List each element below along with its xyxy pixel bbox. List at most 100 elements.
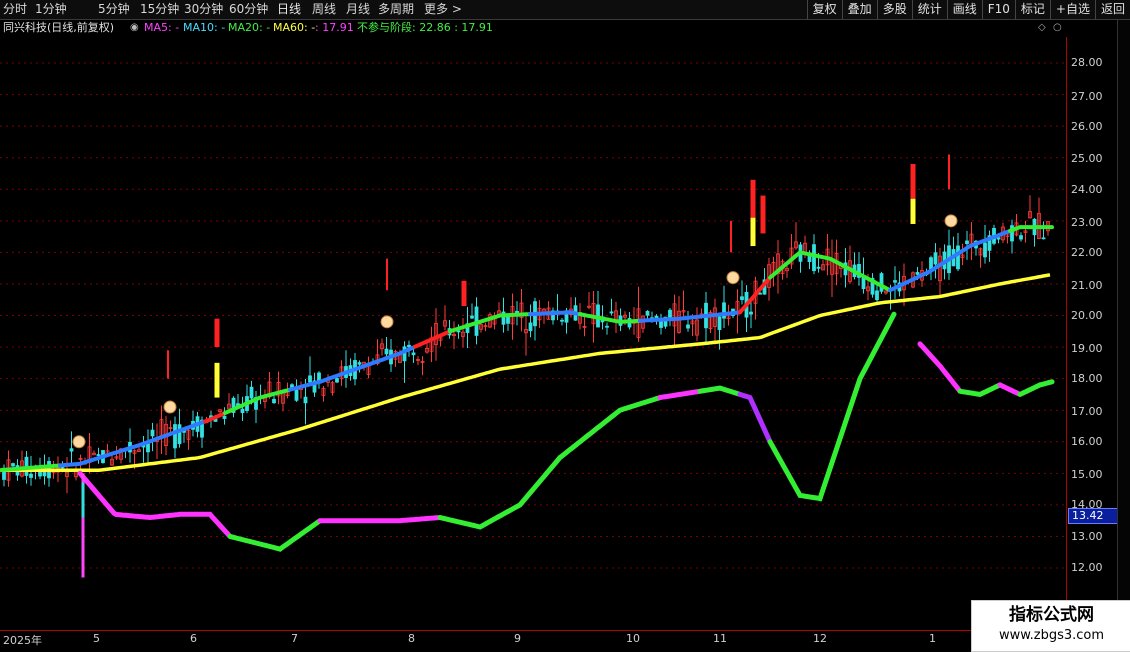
y-tick-label: 21.00 bbox=[1071, 279, 1103, 292]
settings-icon[interactable]: ◉ bbox=[130, 20, 139, 36]
y-tick-label: 23.00 bbox=[1071, 216, 1103, 229]
tab-15min[interactable]: 15分钟 bbox=[140, 1, 179, 18]
indicator-line bbox=[767, 311, 897, 502]
signal-candle bbox=[750, 179, 756, 218]
signal-hand-icon bbox=[726, 271, 740, 285]
indicator-line bbox=[657, 388, 703, 401]
y-tick-label: 26.00 bbox=[1071, 120, 1103, 133]
date-axis: 2025年 5 6 7 8 9 10 11 12 1 bbox=[0, 630, 1066, 651]
x-tick-label: 9 bbox=[514, 632, 521, 645]
circle-icon[interactable]: ○ bbox=[1053, 20, 1062, 36]
x-tick-label: 1 bbox=[929, 632, 936, 645]
tab-more[interactable]: 更多 > bbox=[424, 1, 462, 18]
candle-body bbox=[816, 266, 821, 269]
candle-body bbox=[240, 408, 245, 414]
y-tick-label: 25.00 bbox=[1071, 152, 1103, 165]
ma5-label: MA5: - bbox=[144, 21, 180, 34]
indicator-line bbox=[917, 341, 963, 394]
tab-multi-period[interactable]: 多周期 bbox=[378, 1, 414, 18]
y-tick-label: 24.00 bbox=[1071, 183, 1103, 196]
tab-monthly[interactable]: 月线 bbox=[346, 1, 370, 18]
candle-body bbox=[150, 429, 155, 437]
ma60-label: MA60: - bbox=[273, 21, 316, 34]
indicator-line bbox=[227, 518, 323, 552]
tab-5min[interactable]: 5分钟 bbox=[98, 1, 130, 18]
y-tick-label: 13.00 bbox=[1071, 530, 1103, 543]
candle-body bbox=[915, 272, 920, 275]
tab-30min[interactable]: 30分钟 bbox=[184, 1, 223, 18]
indicator-line bbox=[437, 395, 663, 530]
candle-body bbox=[96, 454, 101, 456]
candle-body bbox=[686, 324, 690, 329]
candle-body bbox=[749, 311, 753, 315]
candle-body bbox=[308, 375, 312, 383]
candle-body bbox=[645, 310, 650, 316]
candle-body bbox=[605, 325, 609, 328]
candle-body bbox=[528, 322, 533, 332]
diamond-icon[interactable]: ◇ bbox=[1038, 20, 1046, 36]
y-tick-label: 19.00 bbox=[1071, 342, 1103, 355]
x-tick-label: 5 bbox=[93, 632, 100, 645]
x-tick-label: 6 bbox=[190, 632, 197, 645]
right-side-panel[interactable] bbox=[1117, 20, 1130, 630]
tab-daily[interactable]: 日线 bbox=[277, 1, 301, 18]
candle-body bbox=[11, 463, 15, 467]
signal-candle bbox=[750, 217, 756, 247]
current-price-tag: 13.42 bbox=[1068, 508, 1121, 524]
indicator-line bbox=[737, 391, 773, 445]
signal-candle bbox=[760, 195, 766, 234]
ma-fast-line bbox=[528, 310, 582, 317]
y-tick-label: 12.00 bbox=[1071, 561, 1103, 574]
tab-weekly[interactable]: 周线 bbox=[312, 1, 336, 18]
candle-body bbox=[609, 311, 614, 314]
tab-1min[interactable]: 1分钟 bbox=[35, 1, 67, 18]
indicator-line bbox=[317, 515, 443, 524]
candle-body bbox=[812, 244, 816, 272]
stock-title: 同兴科技(日线,前复权) bbox=[3, 21, 115, 34]
indicator-line bbox=[1017, 379, 1055, 397]
candle-body bbox=[272, 398, 276, 404]
candle-body bbox=[1019, 235, 1023, 240]
candle-body bbox=[965, 240, 969, 245]
candle-body bbox=[294, 388, 299, 401]
x-tick-label: 12 bbox=[813, 632, 827, 645]
candle-body bbox=[1041, 237, 1046, 240]
signal-hand-icon bbox=[380, 315, 394, 329]
back-button[interactable]: 返回 bbox=[1094, 0, 1130, 19]
y-tick-label: 18.00 bbox=[1071, 372, 1103, 385]
candle-body bbox=[879, 273, 884, 292]
kline-chart[interactable] bbox=[0, 37, 1066, 630]
watermark-title: 指标公式网 bbox=[1009, 605, 1094, 625]
tab-60min[interactable]: 60分钟 bbox=[229, 1, 268, 18]
mark-button[interactable]: 标记 bbox=[1014, 0, 1050, 19]
add-watchlist-button[interactable]: +自选 bbox=[1049, 0, 1095, 19]
y-tick-label: 28.00 bbox=[1071, 56, 1103, 69]
multi-stock-button[interactable]: 多股 bbox=[876, 0, 912, 19]
candle-body bbox=[996, 237, 1001, 240]
candle-body bbox=[407, 344, 411, 348]
y-tick-label: 27.00 bbox=[1071, 90, 1103, 103]
candle-body bbox=[875, 290, 879, 301]
indicator-value: : 17.91 bbox=[315, 21, 354, 34]
candle-body bbox=[740, 296, 744, 300]
candle-body bbox=[317, 372, 321, 381]
y-tick-label: 17.00 bbox=[1071, 405, 1103, 418]
signal-candle bbox=[910, 198, 916, 224]
restore-rights-button[interactable]: 复权 bbox=[806, 0, 842, 19]
toolbar-right-buttons: 复权 叠加 多股 统计 画线 F10 标记 +自选 返回 bbox=[806, 0, 1130, 19]
candle-body bbox=[303, 396, 308, 404]
draw-line-button[interactable]: 画线 bbox=[946, 0, 982, 19]
signal-candle bbox=[214, 318, 220, 348]
f10-button[interactable]: F10 bbox=[981, 0, 1015, 19]
indicator-line bbox=[957, 382, 1003, 397]
statistics-button[interactable]: 统计 bbox=[911, 0, 947, 19]
watermark-url: www.zbgs3.com bbox=[998, 628, 1105, 643]
candle-body bbox=[956, 245, 960, 270]
tab-minute[interactable]: 分时 bbox=[3, 1, 27, 18]
ma20-label: MA20: - bbox=[228, 21, 271, 34]
overlay-button[interactable]: 叠加 bbox=[841, 0, 877, 19]
signal-candle bbox=[214, 362, 220, 398]
candle-body bbox=[357, 362, 362, 365]
x-tick-label: 11 bbox=[713, 632, 727, 645]
ma10-label: MA10: - bbox=[183, 21, 226, 34]
